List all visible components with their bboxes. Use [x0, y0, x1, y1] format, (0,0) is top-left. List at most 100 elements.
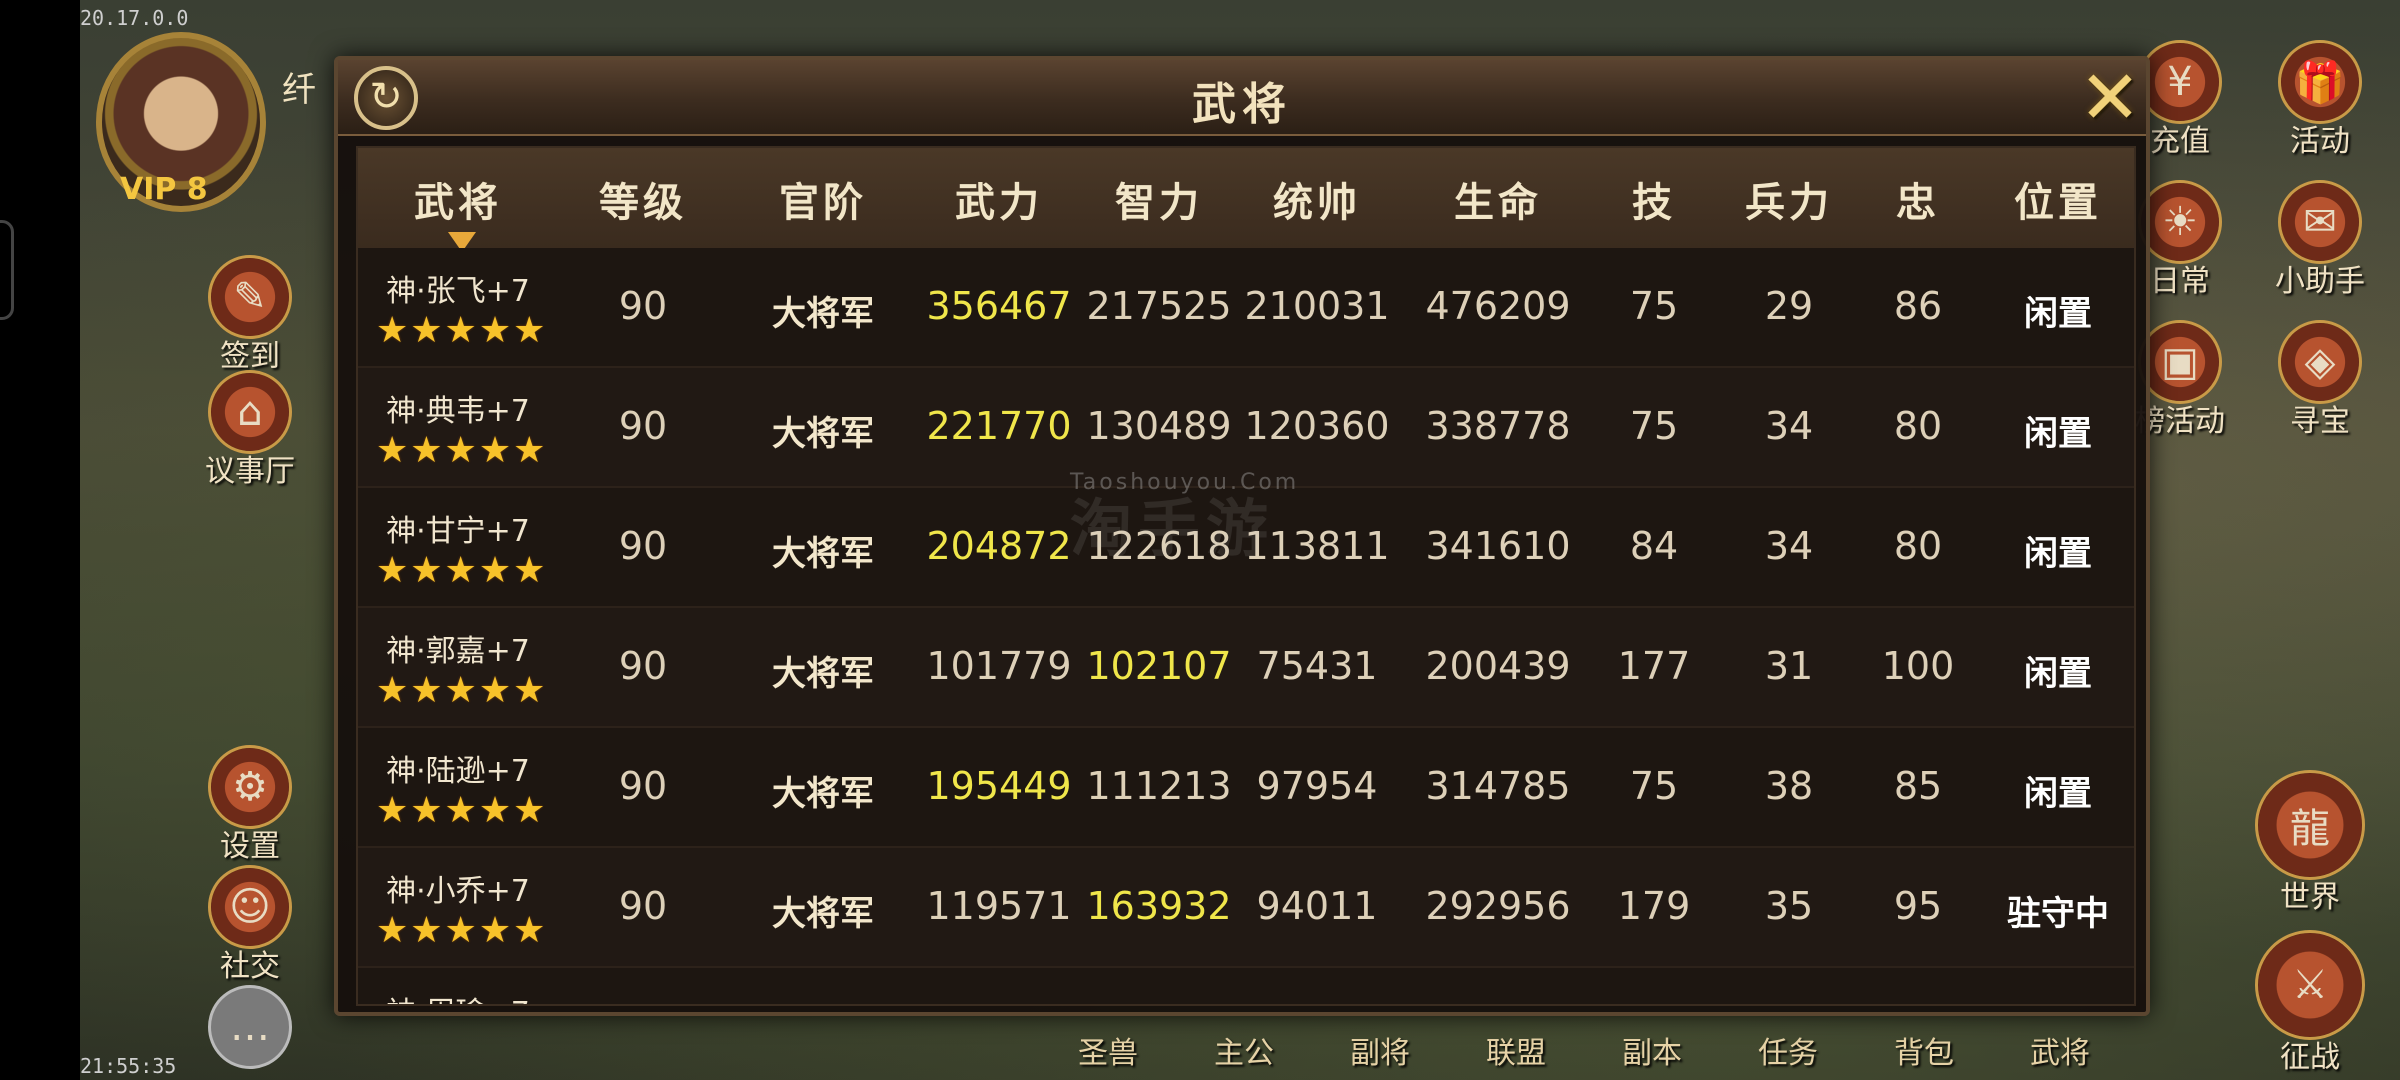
header-position[interactable]: 位置 — [1978, 170, 2134, 228]
bottom-menu-deputy[interactable]: 副将 — [1312, 1028, 1448, 1072]
bottom-menu-lord[interactable]: 主公 — [1176, 1028, 1312, 1072]
cell-force: 119571 — [926, 884, 1072, 928]
council-icon: ⌂ — [208, 370, 292, 454]
cell-hp: 314785 — [1425, 764, 1571, 808]
header-troops[interactable]: 兵力 — [1714, 170, 1864, 228]
star-rating-icon: ★★★★★ — [376, 910, 548, 951]
sign-in-button[interactable]: ✎ 签到 — [190, 255, 310, 375]
gift-icon: 🎁 — [2278, 40, 2362, 124]
vip-badge: VIP 8 — [120, 172, 208, 207]
events-button[interactable]: 🎁 活动 — [2260, 40, 2380, 160]
treasure-icon: ◈ — [2278, 320, 2362, 404]
cell-skill: 75 — [1629, 404, 1679, 448]
bottom-menu-alliance[interactable]: 联盟 — [1448, 1028, 1584, 1072]
battle-button[interactable]: ⚔ 征战 — [2250, 930, 2370, 1076]
star-rating-icon: ★★★★★ — [376, 670, 548, 711]
header-rank[interactable]: 官阶 — [728, 170, 918, 228]
cell-troops: 38 — [1764, 764, 1814, 808]
cell-position: 闲置 — [2024, 774, 2092, 814]
cell-lead: 120360 — [1244, 404, 1390, 448]
clock-text: 21:55:35 — [80, 1054, 177, 1078]
cell-hp: 476209 — [1425, 284, 1571, 328]
general-name: 神·甘宁+7 — [386, 514, 530, 549]
bottom-menu-bar: 圣兽 主公 副将 联盟 副本 任务 背包 武将 — [1040, 1028, 2128, 1072]
cell-position: 闲置 — [2024, 294, 2092, 334]
table-body: 神·张飞+7 ★★★★★ 90 大将军 356467 217525 210031 476209… — [358, 248, 2134, 1004]
cell-hp: 338778 — [1425, 404, 1571, 448]
cell-lead: 97954 — [1256, 764, 1378, 808]
table-row[interactable]: 神·小乔+7 ★★★★★ 90 大将军 119571 163932 94011 292956 1… — [358, 848, 2134, 968]
header-skill[interactable]: 技 — [1594, 170, 1714, 228]
header-hp[interactable]: 生命 — [1408, 170, 1588, 228]
dialog-titlebar: ↻ 武将 ✕ — [338, 60, 2146, 136]
world-button[interactable]: 龍 世界 — [2250, 770, 2370, 916]
cell-lead: 94011 — [1256, 884, 1378, 928]
bottom-menu-tasks[interactable]: 任务 — [1720, 1028, 1856, 1072]
cell-skill: 179 — [1617, 884, 1691, 928]
cell-intel: 163932 — [1086, 884, 1232, 928]
close-icon[interactable]: ✕ — [2074, 61, 2146, 135]
council-button[interactable]: ⌂ 议事厅 — [190, 370, 310, 490]
cell-rank: 大将军 — [772, 774, 874, 814]
chat-button[interactable]: … — [190, 985, 310, 1069]
assistant-button[interactable]: ✉ 小助手 — [2260, 180, 2380, 300]
cell-level: 90 — [618, 764, 668, 808]
cell-rank: 大将军 — [772, 654, 874, 694]
cell-hp: 341610 — [1425, 524, 1571, 568]
cell-level: 90 — [618, 884, 668, 928]
daily-icon: ☀ — [2138, 180, 2222, 264]
chat-bubble-icon: … — [208, 985, 292, 1069]
table-row[interactable]: 神·张飞+7 ★★★★★ 90 大将军 356467 217525 210031 476209… — [358, 248, 2134, 368]
general-name: 神·周瑜+7 — [358, 988, 558, 1004]
cell-lead: 210031 — [1244, 284, 1390, 328]
cell-hp: 292956 — [1425, 884, 1571, 928]
cell-troops: 34 — [1764, 524, 1814, 568]
settings-button[interactable]: ⚙ 设置 — [190, 745, 310, 865]
header-intel[interactable]: 智力 — [1084, 170, 1234, 228]
bottom-menu-dungeon[interactable]: 副本 — [1584, 1028, 1720, 1072]
general-name: 神·陆逊+7 — [386, 754, 530, 789]
bottom-menu-beasts[interactable]: 圣兽 — [1040, 1028, 1176, 1072]
bottom-menu-bag[interactable]: 背包 — [1856, 1028, 1992, 1072]
cell-force: 356467 — [926, 284, 1072, 328]
watermark-text: Taoshouyou.Com — [1070, 470, 1300, 495]
cell-position: 闲置 — [2024, 654, 2092, 694]
cell-skill: 84 — [1629, 524, 1679, 568]
bottom-menu-generals[interactable]: 武将 — [1992, 1028, 2128, 1072]
cell-force: 221770 — [926, 404, 1072, 448]
cell-force: 195449 — [926, 764, 1072, 808]
header-loyalty[interactable]: 忠 — [1858, 170, 1978, 228]
general-name: 神·张飞+7 — [386, 274, 530, 309]
table-row[interactable]: 神·陆逊+7 ★★★★★ 90 大将军 195449 111213 97954 314785 7… — [358, 728, 2134, 848]
cell-troops: 29 — [1764, 284, 1814, 328]
cell-rank: 大将军 — [772, 894, 874, 934]
header-force[interactable]: 武力 — [924, 170, 1074, 228]
generals-table: 武将 等级 官阶 武力 智力 统帅 生命 技 兵力 忠 位置 神·张飞+7 ★★★… — [356, 146, 2136, 1006]
cell-level: 90 — [618, 644, 668, 688]
general-name: 神·典韦+7 — [386, 394, 530, 429]
cell-rank: 大将军 — [772, 294, 874, 334]
social-button[interactable]: ☺ 社交 — [190, 865, 310, 985]
cell-intel: 217525 — [1086, 284, 1232, 328]
cell-loyal: 80 — [1893, 524, 1943, 568]
social-icon: ☺ — [208, 865, 292, 949]
cell-skill: 75 — [1629, 764, 1679, 808]
cell-troops: 34 — [1764, 404, 1814, 448]
header-leadership[interactable]: 统帅 — [1242, 170, 1392, 228]
cell-position: 闲置 — [2024, 534, 2092, 574]
table-row[interactable]: 神·周瑜+7 — [358, 968, 2134, 1004]
table-row[interactable]: 神·郭嘉+7 ★★★★★ 90 大将军 101779 102107 75431 200439 1… — [358, 608, 2134, 728]
header-level[interactable]: 等级 — [568, 170, 718, 228]
general-name: 神·郭嘉+7 — [386, 634, 530, 669]
camera-notch — [0, 220, 14, 320]
player-name: 纤 — [282, 70, 316, 110]
cell-troops: 31 — [1764, 644, 1814, 688]
cell-position: 驻守中 — [2007, 894, 2109, 934]
cell-level: 90 — [618, 524, 668, 568]
treasure-button[interactable]: ◈ 寻宝 — [2260, 320, 2380, 440]
header-general[interactable]: 武将 — [358, 170, 558, 228]
cell-rank: 大将军 — [772, 414, 874, 454]
version-text: 20.17.0.0 — [80, 6, 189, 30]
star-rating-icon: ★★★★★ — [376, 310, 548, 351]
star-rating-icon: ★★★★★ — [376, 550, 548, 591]
